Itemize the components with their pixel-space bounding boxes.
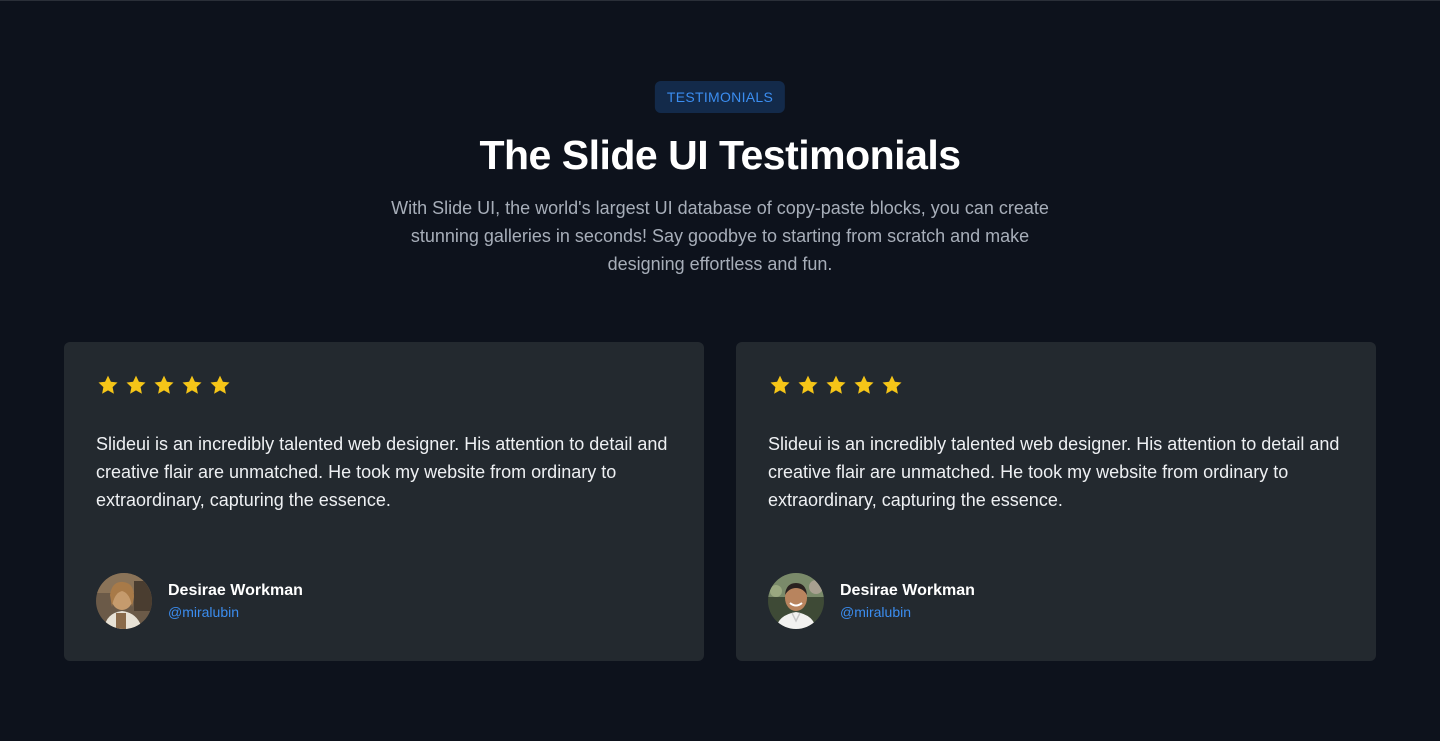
section-badge: TESTIMONIALS <box>654 81 786 113</box>
author-name: Desirae Workman <box>840 582 975 599</box>
star-icon <box>182 375 202 394</box>
testimonial-card: Slideui is an incredibly talented web de… <box>736 342 1376 661</box>
star-icon <box>154 375 174 394</box>
testimonial-quote: Slideui is an incredibly talented web de… <box>768 434 1340 510</box>
man-portrait-avatar <box>768 573 824 629</box>
star-icon <box>126 375 146 394</box>
star-icon <box>854 375 874 394</box>
star-icon <box>210 375 230 394</box>
star-icon <box>798 375 818 394</box>
testimonials-section: TESTIMONIALS The Slide UI Testimonials W… <box>0 1 1440 741</box>
star-icon <box>98 375 118 394</box>
star-rating <box>768 373 904 397</box>
star-icon <box>770 375 790 394</box>
star-icon <box>826 375 846 394</box>
star-rating <box>96 373 232 397</box>
author-handle-link[interactable]: @miralubin <box>168 602 303 622</box>
section-title: The Slide UI Testimonials <box>479 132 961 178</box>
author-name: Desirae Workman <box>168 582 303 599</box>
woman-portrait-avatar <box>96 573 152 629</box>
testimonial-author: Desirae Workman @miralubin <box>768 573 975 629</box>
author-handle-link[interactable]: @miralubin <box>840 602 975 622</box>
star-icon <box>882 375 902 394</box>
section-subtitle: With Slide UI, the world's largest UI da… <box>391 198 1049 274</box>
testimonial-quote: Slideui is an incredibly talented web de… <box>96 434 668 510</box>
testimonial-author: Desirae Workman @miralubin <box>96 573 303 629</box>
testimonial-card: Slideui is an incredibly talented web de… <box>64 342 704 661</box>
